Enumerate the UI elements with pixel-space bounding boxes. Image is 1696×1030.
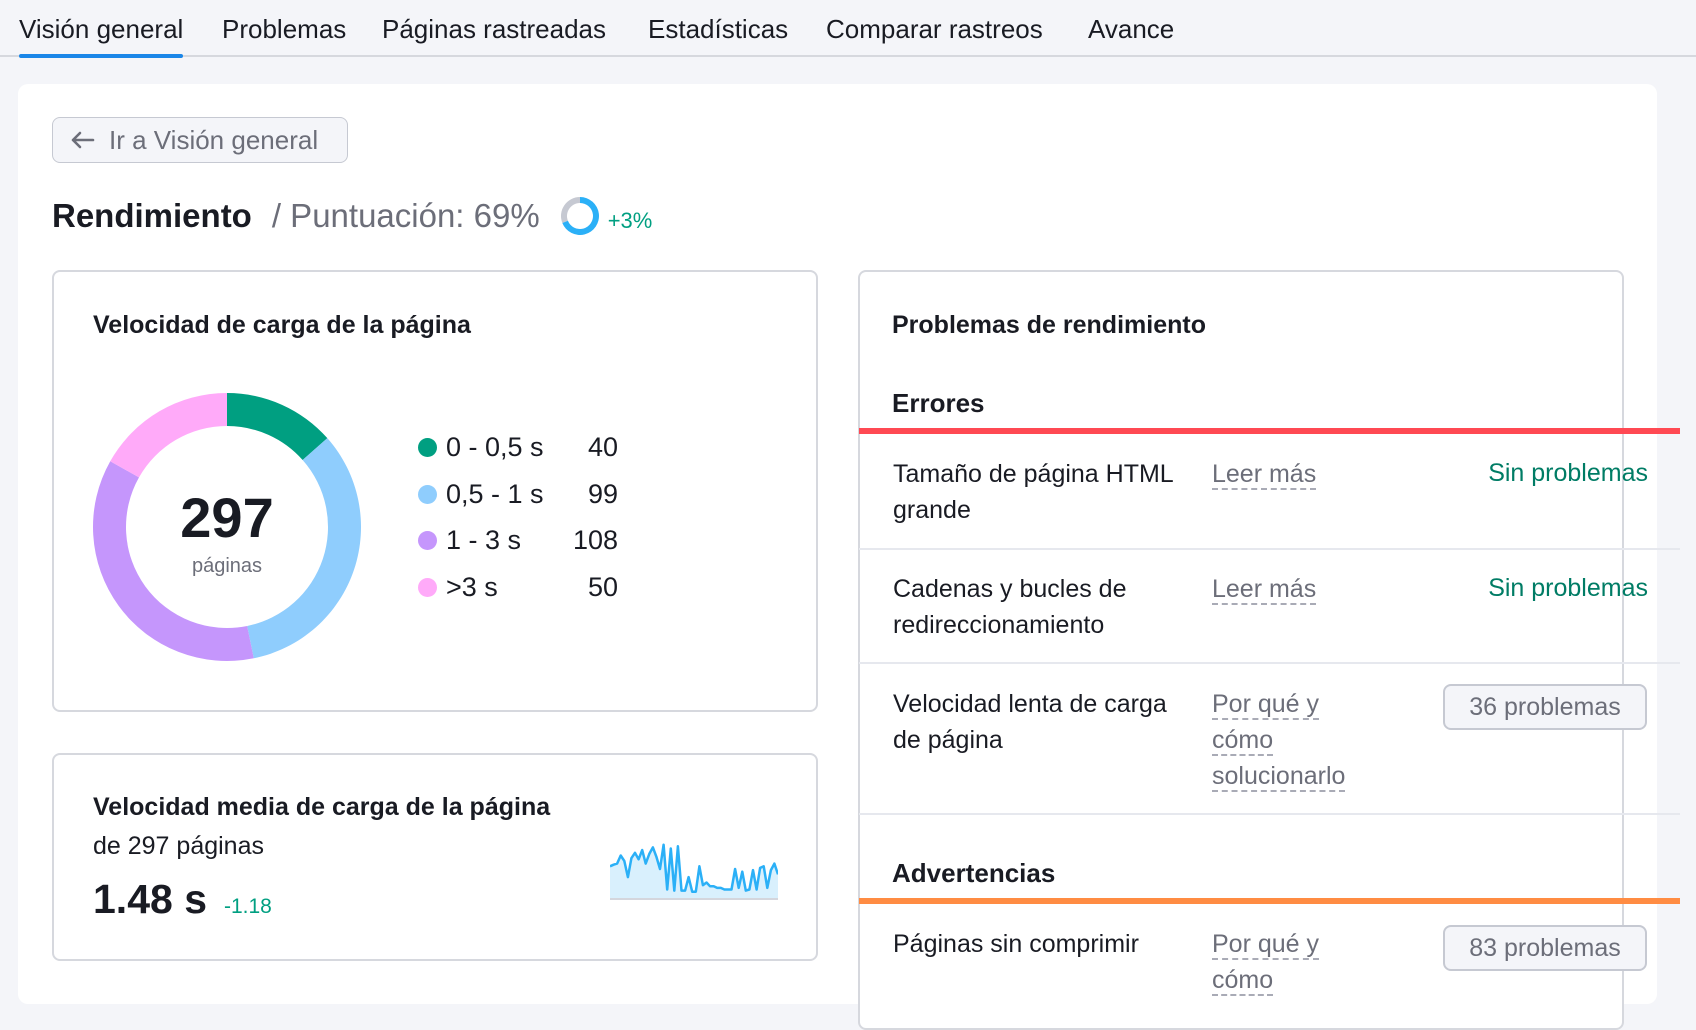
section-title-errores: Errores [892,388,985,418]
issue-count-badge[interactable]: 83 problemas [1443,925,1647,971]
page-title: Rendimiento [52,197,252,234]
score-label: / Puntuación: 69% [271,197,540,234]
score-ring-icon [560,197,599,235]
donut-slice-0[interactable] [227,393,328,461]
performance-issues-card [858,270,1624,1030]
issue-status: Sin problemas [1488,574,1648,602]
issue-name: Páginas sin comprimir [893,930,1139,958]
legend-item[interactable]: 0,5 - 1 s 99 [418,479,618,526]
donut-total-label: páginas [191,555,263,577]
avg-speed-subtitle: de 297 páginas [93,832,264,860]
link-text[interactable]: Por qué y cómo [1212,930,1320,996]
legend-value: 40 [587,432,618,462]
legend-dot-icon [418,484,437,504]
issue-read-more-link[interactable]: Leer más [1212,456,1372,492]
donut-slice-3[interactable] [110,393,227,478]
score-delta: +3% [607,208,653,233]
link-text[interactable]: Por qué y cómo solucionarlo [1212,690,1346,792]
legend-value: 50 [587,571,618,602]
avg-speed-title: Velocidad media de carga de la página [93,793,551,821]
tab-vision-general[interactable]: Visión general [19,14,184,58]
legend-label: 1 - 3 s [446,525,522,555]
tab-paginas-rastreadas[interactable]: Páginas rastreadas [382,14,606,45]
issue-name: Cadenas y bucles de redireccionamiento [893,575,1127,639]
tab-comparar-rastreos[interactable]: Comparar rastreos [826,14,1043,45]
issue-read-more-link[interactable]: Leer más [1212,571,1372,607]
issue-name: Tamaño de página HTML grande [893,460,1173,524]
link-text[interactable]: Leer más [1212,460,1317,490]
legend-dot-icon [418,577,437,597]
avg-speed-sparkline [610,843,778,900]
back-button-label: Ir a Visión general [109,124,319,155]
legend-item[interactable]: >3 s 50 [418,572,618,619]
issue-how-to-fix-link[interactable]: Por qué y cómo solucionarlo [1212,686,1372,794]
legend-dot-icon [418,438,437,457]
tab-problemas[interactable]: Problemas [222,14,346,45]
issue-how-to-fix-link[interactable]: Por qué y cómo [1212,926,1372,998]
legend-label: 0,5 - 1 s [446,478,544,509]
tab-bar: Visión general Problemas Páginas rastrea… [0,0,1696,58]
issue-count-badge[interactable]: 36 problemas [1443,684,1647,730]
row-divider [859,813,1680,815]
donut-legend: 0 - 0,5 s 40 0,5 - 1 s 99 1 - 3 s 108 >3 s 50 [418,432,618,618]
legend-item[interactable]: 1 - 3 s 108 [418,525,618,572]
issues-title: Problemas de rendimiento [892,311,1206,339]
donut-total: 297 [180,486,274,549]
legend-item[interactable]: 0 - 0,5 s 40 [418,432,618,479]
row-divider [859,662,1680,664]
legend-label: >3 s [446,571,498,602]
row-divider [859,548,1680,550]
legend-value: 99 [587,478,618,509]
warnings-divider [859,898,1680,904]
legend-dot-icon [418,531,437,550]
legend-label: 0 - 0,5 s [446,432,544,462]
page-heading: Rendimiento / Puntuación: 69% +3% [52,196,652,236]
avg-speed-value: 1.48 s [93,876,207,922]
link-text[interactable]: Leer más [1212,575,1317,605]
tab-estadisticas[interactable]: Estadísticas [648,14,788,45]
avg-speed-delta: -1.18 [224,895,272,918]
errors-divider [859,428,1680,434]
legend-value: 108 [572,525,618,555]
section-title-advertencias: Advertencias [892,858,1056,888]
score-ring-track [560,197,580,223]
issue-name: Velocidad lenta de carga de página [893,690,1167,754]
tab-avance[interactable]: Avance [1088,14,1174,45]
issue-status: Sin problemas [1488,459,1648,487]
page-speed-title: Velocidad de carga de la página [93,311,471,339]
back-to-overview-button[interactable]: Ir a Visión general [52,117,348,163]
arrow-left-icon [71,131,95,149]
